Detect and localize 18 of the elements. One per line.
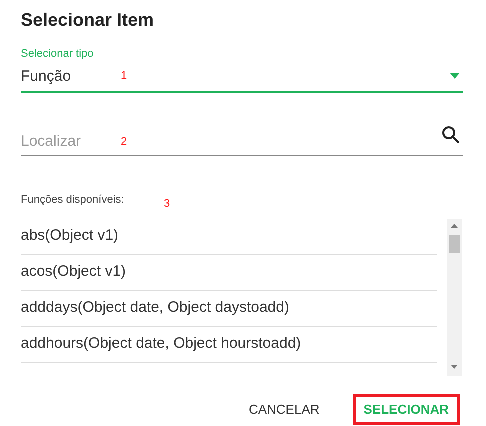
search-icon[interactable]	[442, 126, 460, 144]
scroll-up-icon[interactable]	[451, 224, 458, 228]
annotation-number: 3	[164, 197, 170, 212]
scrollbar[interactable]	[447, 219, 462, 376]
function-item[interactable]: acos(Object v1)	[21, 255, 437, 291]
annotation-number: 2	[121, 135, 128, 150]
function-item[interactable]: addhours(Object date, Object hourstoadd)	[21, 327, 437, 363]
dialog-title: Selecionar Item	[21, 9, 154, 32]
scroll-down-icon[interactable]	[451, 365, 458, 369]
cancel-button[interactable]: CANCELAR	[238, 394, 331, 425]
scrollbar-thumb[interactable]	[449, 235, 460, 253]
select-value: Função	[21, 67, 72, 87]
field-label: Selecionar tipo	[21, 47, 94, 62]
dropdown-caret-icon	[450, 73, 460, 79]
function-item[interactable]: abs(Object v1)	[21, 219, 437, 255]
annotation-number: 1	[121, 69, 128, 84]
function-item[interactable]: adddays(Object date, Object daystoadd)	[21, 291, 437, 327]
list-label: Funções disponíveis:	[21, 193, 124, 208]
